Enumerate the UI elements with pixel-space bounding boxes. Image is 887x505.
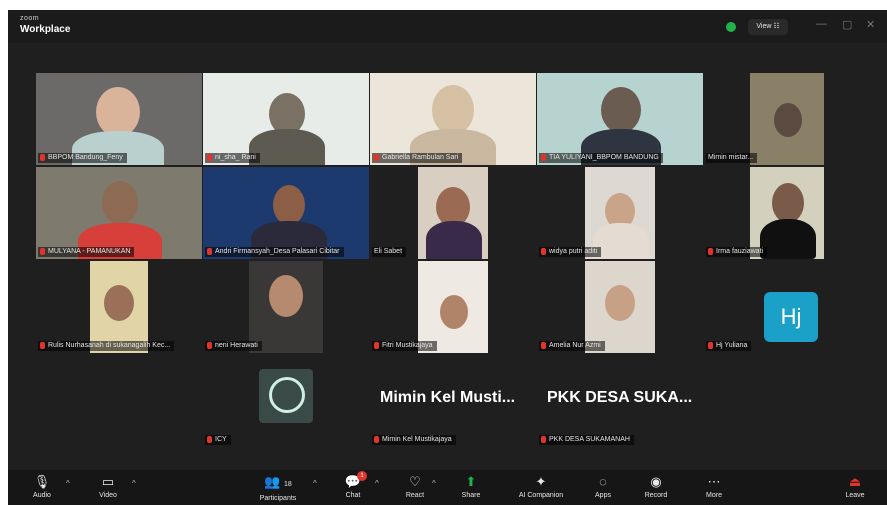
video-tile[interactable]: neni Herawati bbox=[203, 261, 369, 353]
avatar: Hj bbox=[764, 292, 818, 342]
title-bar: zoom Workplace View ☷ — ▢ ✕ bbox=[8, 10, 887, 43]
participant-display-name: PKK DESA SUKA... bbox=[547, 389, 693, 406]
share-icon: ⬆ bbox=[465, 474, 477, 489]
video-tile[interactable]: Andri Firmansyah_Desa Palasari Cibitar bbox=[203, 167, 369, 259]
zoom-window: zoom Workplace View ☷ — ▢ ✕ BBPOM Bandun… bbox=[8, 10, 887, 505]
close-icon[interactable]: ✕ bbox=[866, 18, 875, 31]
participant-name: Mimin Kel Mustikajaya bbox=[372, 435, 456, 445]
participants-caret-icon[interactable]: ^ bbox=[313, 479, 317, 488]
brand-small: zoom bbox=[20, 15, 40, 22]
video-tile[interactable]: ni_sha_ Rani bbox=[203, 73, 369, 165]
participants-count: 18 bbox=[284, 481, 292, 488]
react-button[interactable]: ♡ React bbox=[385, 470, 445, 505]
participant-name: Fitri Mustikajaya bbox=[372, 341, 437, 351]
ai-companion-button[interactable]: ✦ AI Companion bbox=[511, 470, 571, 505]
sparkle-icon: ✦ bbox=[535, 474, 547, 489]
participant-name: TIA YULIYANI_BBPOM BANDUNG bbox=[539, 153, 663, 163]
video-tile[interactable]: Mimin mistar... bbox=[704, 73, 870, 165]
shield-icon[interactable] bbox=[726, 22, 736, 32]
chat-badge: 1 bbox=[357, 471, 367, 481]
app-title: Workplace bbox=[20, 24, 71, 35]
audio-caret-icon[interactable]: ^ bbox=[66, 479, 70, 488]
record-icon: ◉ bbox=[650, 474, 662, 489]
participant-name: Irma fauziawati bbox=[706, 247, 768, 257]
video-tile[interactable]: Gabriella Rambulan Sari bbox=[370, 73, 536, 165]
participant-name: Andri Firmansyah_Desa Palasari Cibitar bbox=[205, 247, 344, 257]
participant-name: Eli Sabet bbox=[372, 247, 407, 257]
participant-name: MULYANA - PAMANUKAN bbox=[38, 247, 135, 257]
maximize-icon[interactable]: ▢ bbox=[842, 18, 852, 31]
more-icon: ⋯ bbox=[707, 474, 721, 489]
participants-button[interactable]: 👥 18 Participants bbox=[248, 470, 308, 505]
audio-button[interactable]: 🎙 Audio bbox=[12, 470, 72, 505]
video-tile[interactable]: widya putri aditi bbox=[537, 167, 703, 259]
participant-name: ICY bbox=[205, 435, 231, 445]
participant-name: Gabriella Rambulan Sari bbox=[372, 153, 463, 163]
video-caret-icon[interactable]: ^ bbox=[132, 479, 136, 488]
participants-icon: 👥 bbox=[264, 474, 281, 489]
participant-name: widya putri aditi bbox=[539, 247, 602, 257]
video-button[interactable]: ▭ Video bbox=[78, 470, 138, 505]
participant-display-name: Mimin Kel Musti... bbox=[380, 389, 516, 406]
apps-icon: ◌ bbox=[599, 474, 607, 489]
video-tile[interactable]: Fitri Mustikajaya bbox=[370, 261, 536, 353]
video-tile[interactable]: ICY bbox=[203, 355, 369, 447]
video-tile[interactable]: Irma fauziawati bbox=[704, 167, 870, 259]
participant-name: PKK DESA SUKAMANAH bbox=[539, 435, 634, 445]
chat-caret-icon[interactable]: ^ bbox=[375, 479, 379, 488]
more-button[interactable]: ⋯ More bbox=[684, 470, 744, 505]
apps-button[interactable]: ◌ Apps bbox=[573, 470, 633, 505]
heart-icon: ♡ bbox=[409, 474, 421, 489]
participant-name: BBPOM Bandung_Feny bbox=[38, 153, 127, 163]
participant-name: neni Herawati bbox=[205, 341, 262, 351]
video-tile[interactable]: Rulis Nurhasanah di sukanagalih Kec... bbox=[36, 261, 202, 353]
share-button[interactable]: ⬆ Share bbox=[441, 470, 501, 505]
meeting-toolbar: 🎙 Audio ^ ▭ Video ^ 👥 18 Participants ^ … bbox=[8, 470, 887, 505]
video-tile[interactable]: PKK DESA SUKA... PKK DESA SUKAMANAH bbox=[537, 355, 703, 447]
participant-name: ni_sha_ Rani bbox=[205, 153, 260, 163]
leave-icon: ⏏ bbox=[848, 474, 862, 489]
participant-name: Mimin mistar... bbox=[706, 153, 758, 163]
participant-name: Amelia Nur Azmi bbox=[539, 341, 605, 351]
gallery-view: BBPOM Bandung_Feny ni_sha_ Rani Gabriell… bbox=[36, 73, 870, 465]
video-tile[interactable]: Amelia Nur Azmi bbox=[537, 261, 703, 353]
video-tile[interactable]: TIA YULIYANI_BBPOM BANDUNG bbox=[537, 73, 703, 165]
record-button[interactable]: ◉ Record bbox=[626, 470, 686, 505]
chat-icon: 💬 bbox=[344, 474, 362, 489]
video-tile[interactable]: MULYANA - PAMANUKAN bbox=[36, 167, 202, 259]
video-tile[interactable]: BBPOM Bandung_Feny bbox=[36, 73, 202, 165]
minimize-icon[interactable]: — bbox=[816, 18, 827, 30]
camera-icon: ▭ bbox=[101, 474, 115, 489]
react-caret-icon[interactable]: ^ bbox=[432, 479, 436, 488]
video-tile[interactable]: Mimin Kel Musti... Mimin Kel Mustikajaya bbox=[370, 355, 536, 447]
chat-button[interactable]: 💬 1 Chat bbox=[323, 470, 383, 505]
view-button[interactable]: View ☷ bbox=[748, 19, 788, 35]
participant-name: Rulis Nurhasanah di sukanagalih Kec... bbox=[38, 341, 175, 351]
participant-name: Hj Yuliana bbox=[706, 341, 752, 351]
microphone-icon: 🎙 bbox=[33, 474, 51, 489]
leave-button[interactable]: ⏏ Leave bbox=[830, 470, 880, 505]
video-tile[interactable]: Eli Sabet bbox=[370, 167, 536, 259]
